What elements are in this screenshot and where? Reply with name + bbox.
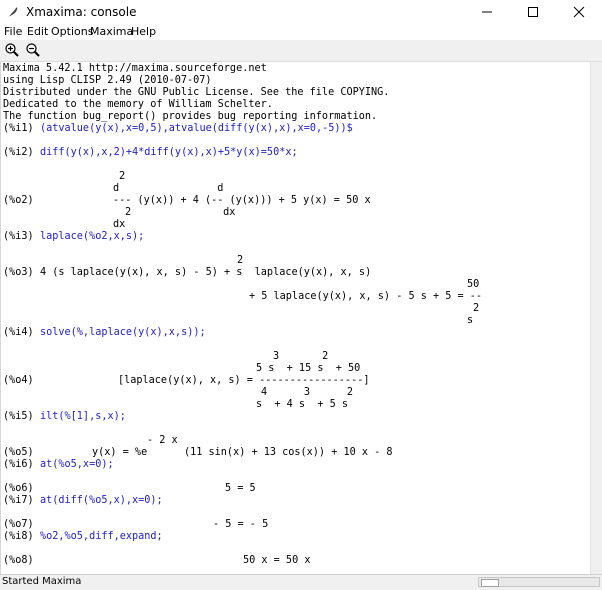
output-math: s + 4 s + 5 s xyxy=(256,399,349,410)
input-command: solve(%,laplace(y(x),x,s)); xyxy=(40,327,206,338)
input-label: (%i1) xyxy=(3,123,34,134)
output-math: s xyxy=(467,315,474,326)
output-math: --- (y(x)) + 4 (-- (y(x))) + 5 y(x) = 50… xyxy=(113,195,371,206)
output-math: 50 xyxy=(467,279,480,290)
output-math: 4 (s laplace(y(x), x, s) - 5) + s laplac… xyxy=(40,267,372,278)
output-math: 50 x = 50 x xyxy=(243,555,311,566)
input-command: at(%o5,x=0); xyxy=(40,459,114,470)
maximize-button[interactable] xyxy=(510,0,556,24)
status-text: Started Maxima xyxy=(2,576,82,587)
output-math: + 5 laplace(y(x), x, s) - 5 s + 5 = -- xyxy=(249,291,483,302)
output-math: 4 3 2 xyxy=(261,387,354,398)
horizontal-scrollbar[interactable] xyxy=(478,577,600,587)
output-math: d d xyxy=(113,183,224,194)
menu-maxima[interactable]: Maxima xyxy=(90,25,133,38)
banner-line: Dedicated to the memory of William Schel… xyxy=(3,99,273,110)
zoom-out-icon[interactable] xyxy=(25,42,41,58)
input-command: at(diff(%o5,x),x=0); xyxy=(40,495,163,506)
menu-options[interactable]: Options xyxy=(51,25,93,38)
output-math: 3 2 xyxy=(273,351,329,362)
window-title: Xmaxima: console xyxy=(26,5,137,19)
input-command: ilt(%[1],s,x); xyxy=(40,411,126,422)
output-math: - 2 x xyxy=(147,435,178,446)
banner-line: using Lisp CLISP 2.49 (2010-07-07) xyxy=(3,75,212,86)
menu-edit[interactable]: Edit xyxy=(27,25,48,38)
input-command: laplace(%o2,x,s); xyxy=(40,231,145,242)
input-command: %o2,%o5,diff,expand; xyxy=(40,531,163,542)
output-label: (%o5) xyxy=(3,447,34,458)
output-math: 2 xyxy=(237,255,244,266)
output-math: 2 xyxy=(473,303,480,314)
output-label: (%o2) xyxy=(3,195,34,206)
output-label: (%o3) xyxy=(3,267,34,278)
maximize-icon xyxy=(528,7,538,17)
input-command: diff(y(x),x,2)+4*diff(y(x),x)+5*y(x)=50*… xyxy=(40,147,298,158)
input-label: (%i6) xyxy=(3,459,34,470)
input-label: (%i2) xyxy=(3,147,34,158)
input-label: (%i5) xyxy=(3,411,34,422)
banner-line: Distributed under the GNU Public License… xyxy=(3,87,390,98)
menu-help[interactable]: Help xyxy=(131,25,156,38)
close-icon xyxy=(573,6,585,18)
output-math: dx xyxy=(113,219,126,230)
output-label: (%o6) xyxy=(3,483,34,494)
banner-line: Maxima 5.42.1 http://maxima.sourceforge.… xyxy=(3,63,267,74)
output-math: [laplace(y(x), x, s) = -----------------… xyxy=(118,375,370,386)
scrollbar-thumb[interactable] xyxy=(481,579,499,587)
output-math: 2 dx xyxy=(125,207,236,218)
output-math: y(x) = %e (11 sin(x) + 13 cos(x)) + 10 x… xyxy=(92,447,393,458)
output-math: 5 = 5 xyxy=(225,483,256,494)
toolbar xyxy=(0,40,602,62)
input-label: (%i4) xyxy=(3,327,34,338)
banner-line: The function bug_report() provides bug r… xyxy=(3,111,378,122)
input-label: (%i7) xyxy=(3,495,34,506)
close-button[interactable] xyxy=(556,0,602,24)
input-command: (atvalue(y(x),x=0,5),atvalue(diff(y(x),x… xyxy=(40,123,353,134)
output-math: 2 xyxy=(119,171,126,182)
output-label: (%o7) xyxy=(3,519,34,530)
output-label: (%o8) xyxy=(3,555,34,566)
output-label: (%o4) xyxy=(3,375,34,386)
menu-file[interactable]: File xyxy=(4,25,22,38)
title-bar: Xmaxima: console xyxy=(0,0,602,24)
console-output[interactable]: Maxima 5.42.1 http://maxima.sourceforge.… xyxy=(0,62,591,574)
vertical-scrollbar[interactable] xyxy=(590,62,602,574)
menu-bar: File Edit Options Maxima Help xyxy=(0,24,602,40)
feather-icon xyxy=(7,7,18,18)
zoom-in-icon[interactable] xyxy=(4,42,20,58)
input-label: (%i3) xyxy=(3,231,34,242)
minimize-icon xyxy=(482,11,492,13)
output-math: - 5 = - 5 xyxy=(213,519,269,530)
minimize-button[interactable] xyxy=(464,0,510,24)
input-label: (%i8) xyxy=(3,531,34,542)
output-math: 5 s + 15 s + 50 xyxy=(256,363,361,374)
